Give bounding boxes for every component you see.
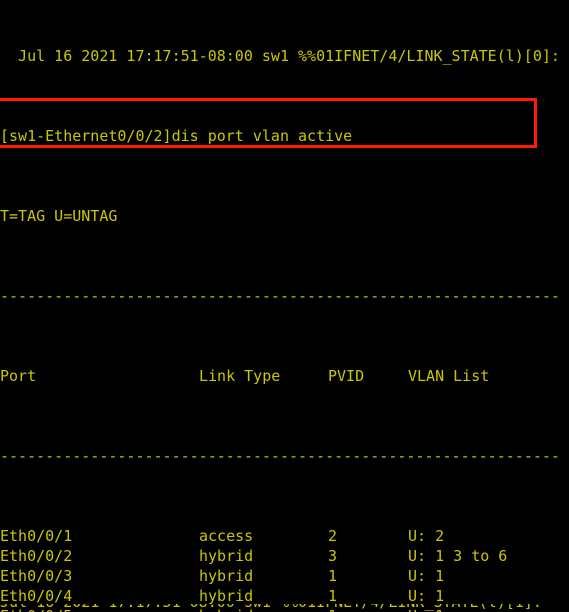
cell-link-type: hybrid (199, 587, 254, 605)
separator-rule-bottom: ----------------------------------------… (0, 447, 560, 465)
cell-port: Eth0/0/1 (0, 527, 73, 545)
terminal-output: Jul 16 2021 17:17:51-08:00 sw1 %%01IFNET… (0, 0, 569, 612)
command-prompt-line: [sw1-Ethernet0/0/2]dis port vlan active (0, 127, 353, 145)
cell-pvid: 3 (328, 547, 338, 565)
cell-link-type: hybrid (199, 547, 254, 565)
table-row: Eth0/0/3 hybrid 1 U: 1 (0, 566, 569, 586)
clipped-bottom-log-line: Jul 16 2021 17:17:51-08:00 sw1 %%01IFNET… (0, 604, 569, 612)
cell-vlan-list: U: 2 (408, 527, 445, 545)
cell-port: Eth0/0/4 (0, 587, 73, 605)
cell-pvid: 1 (328, 567, 338, 585)
cell-vlan-list: U: 1 (408, 567, 445, 585)
separator-rule-top: ----------------------------------------… (0, 287, 560, 305)
clipped-bottom-log-area: Jul 16 2021 17:17:51-08:00 sw1 %%01IFNET… (0, 604, 569, 612)
table-header-row: Port Link Type PVID VLAN List (0, 366, 569, 386)
table-row: Eth0/0/1 access 2 U: 2 (0, 526, 569, 546)
column-header-vlan-list: VLAN List (408, 367, 490, 385)
column-header-link-type: Link Type (199, 367, 281, 385)
cell-pvid: 2 (328, 527, 338, 545)
port-vlan-table: Eth0/0/1 access 2 U: 2 Eth0/0/2 hybrid 3 U: 1 3… (0, 526, 569, 612)
column-header-port: Port (0, 367, 37, 385)
cell-vlan-list: U: 1 (408, 587, 445, 605)
table-row: Eth0/0/4 hybrid 1 U: 1 (0, 586, 569, 606)
tag-legend-line: T=TAG U=UNTAG (0, 207, 118, 225)
cell-pvid: 1 (328, 587, 338, 605)
cell-port: Eth0/0/3 (0, 567, 73, 585)
table-row: Eth0/0/2 hybrid 3 U: 1 3 to 6 (0, 546, 569, 566)
cell-link-type: hybrid (199, 567, 254, 585)
cell-vlan-list: U: 1 3 to 6 (408, 547, 508, 565)
cell-port: Eth0/0/2 (0, 547, 73, 565)
terminal-window[interactable]: Jul 16 2021 17:17:51-08:00 sw1 %%01IFNET… (0, 0, 569, 612)
clipped-top-log-line: Jul 16 2021 17:17:51-08:00 sw1 %%01IFNET… (0, 47, 560, 65)
column-header-pvid: PVID (328, 367, 365, 385)
cell-link-type: access (199, 527, 254, 545)
